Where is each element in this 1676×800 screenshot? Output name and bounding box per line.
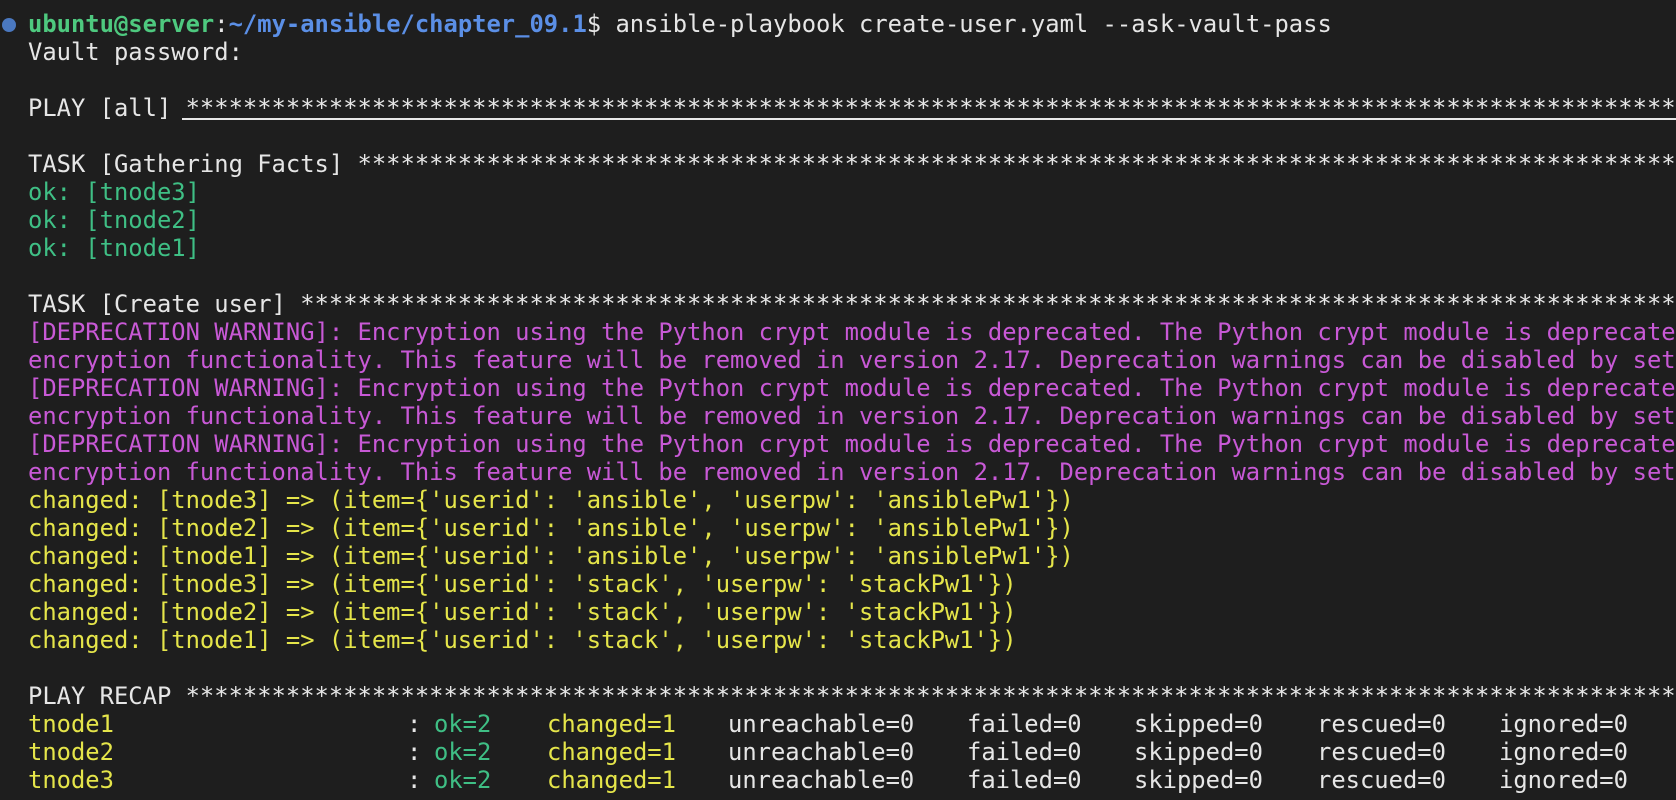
recap-changed: changed=1 [547, 766, 676, 794]
recap-changed: changed=1 [547, 710, 676, 738]
recap-host: tnode1 [28, 710, 114, 738]
recap-skipped: skipped=0 [1134, 738, 1263, 766]
recap-colon: : [407, 766, 422, 794]
changed-result-line: changed: [tnode3] => (item={'userid': 'a… [28, 486, 1074, 514]
deprecation-warning-line: [DEPRECATION WARNING]: Encryption using … [28, 374, 1676, 402]
changed-result-line: changed: [tnode1] => (item={'userid': 'a… [28, 542, 1074, 570]
gather-result-line: ok: [tnode1] [28, 234, 200, 262]
deprecation-warning-line: encryption functionality. This feature w… [28, 458, 1676, 486]
deprecation-warning-line: [DEPRECATION WARNING]: Encryption using … [28, 430, 1676, 458]
changed-result-line: changed: [tnode3] => (item={'userid': 's… [28, 570, 1017, 598]
gather-result-line: ok: [tnode3] [28, 178, 200, 206]
terminal-window[interactable]: ubuntu@server:~/my-ansible/chapter_09.1$… [0, 0, 1676, 800]
play-recap-header: PLAY RECAP *****************************… [28, 682, 1676, 710]
prompt-separator: : [214, 10, 229, 38]
command-status-dot [2, 18, 16, 32]
recap-host: tnode3 [28, 766, 114, 794]
recap-failed: failed=0 [967, 738, 1082, 766]
recap-unreachable: unreachable=0 [728, 766, 915, 794]
deprecation-warning-line: encryption functionality. This feature w… [28, 402, 1676, 430]
deprecation-warning-line: [DEPRECATION WARNING]: Encryption using … [28, 318, 1676, 346]
recap-unreachable: unreachable=0 [728, 710, 915, 738]
recap-skipped: skipped=0 [1134, 710, 1263, 738]
task-header-gathering-facts: TASK [Gathering Facts] *****************… [28, 150, 1676, 178]
command-text: ansible-playbook create-user.yaml --ask-… [615, 10, 1332, 38]
changed-result-line: changed: [tnode1] => (item={'userid': 's… [28, 626, 1017, 654]
vault-password-prompt: Vault password: [28, 38, 243, 66]
recap-host: tnode2 [28, 738, 114, 766]
recap-row: tnode1 : ok=2 changed=1 unreachable=0 fa… [28, 710, 1668, 738]
recap-row: tnode3 : ok=2 changed=1 unreachable=0 fa… [28, 766, 1668, 794]
changed-result-line: changed: [tnode2] => (item={'userid': 'a… [28, 514, 1074, 542]
prompt-cwd: ~/my-ansible/chapter_09.1 [228, 10, 587, 38]
recap-skipped: skipped=0 [1134, 766, 1263, 794]
recap-rescued: rescued=0 [1317, 710, 1446, 738]
play-header-underline [182, 118, 1676, 120]
recap-ignored: ignored=0 [1499, 738, 1628, 766]
task-header-create-user: TASK [Create user] *********************… [28, 290, 1676, 318]
gather-result-line: ok: [tnode2] [28, 206, 200, 234]
recap-colon: : [407, 738, 422, 766]
recap-ok: ok=2 [434, 766, 492, 794]
deprecation-warning-line: encryption functionality. This feature w… [28, 346, 1676, 374]
recap-rescued: rescued=0 [1317, 738, 1446, 766]
recap-rescued: rescued=0 [1317, 766, 1446, 794]
prompt-line: ubuntu@server:~/my-ansible/chapter_09.1$… [28, 10, 1332, 38]
recap-failed: failed=0 [967, 766, 1082, 794]
recap-row: tnode2 : ok=2 changed=1 unreachable=0 fa… [28, 738, 1668, 766]
prompt-dollar: $ [586, 10, 616, 38]
prompt-user-host: ubuntu@server [28, 10, 215, 38]
recap-failed: failed=0 [967, 710, 1082, 738]
recap-ignored: ignored=0 [1499, 710, 1628, 738]
changed-result-line: changed: [tnode2] => (item={'userid': 's… [28, 598, 1017, 626]
recap-colon: : [407, 710, 422, 738]
recap-unreachable: unreachable=0 [728, 738, 915, 766]
recap-ignored: ignored=0 [1499, 766, 1628, 794]
recap-changed: changed=1 [547, 738, 676, 766]
recap-ok: ok=2 [434, 738, 492, 766]
recap-ok: ok=2 [434, 710, 492, 738]
